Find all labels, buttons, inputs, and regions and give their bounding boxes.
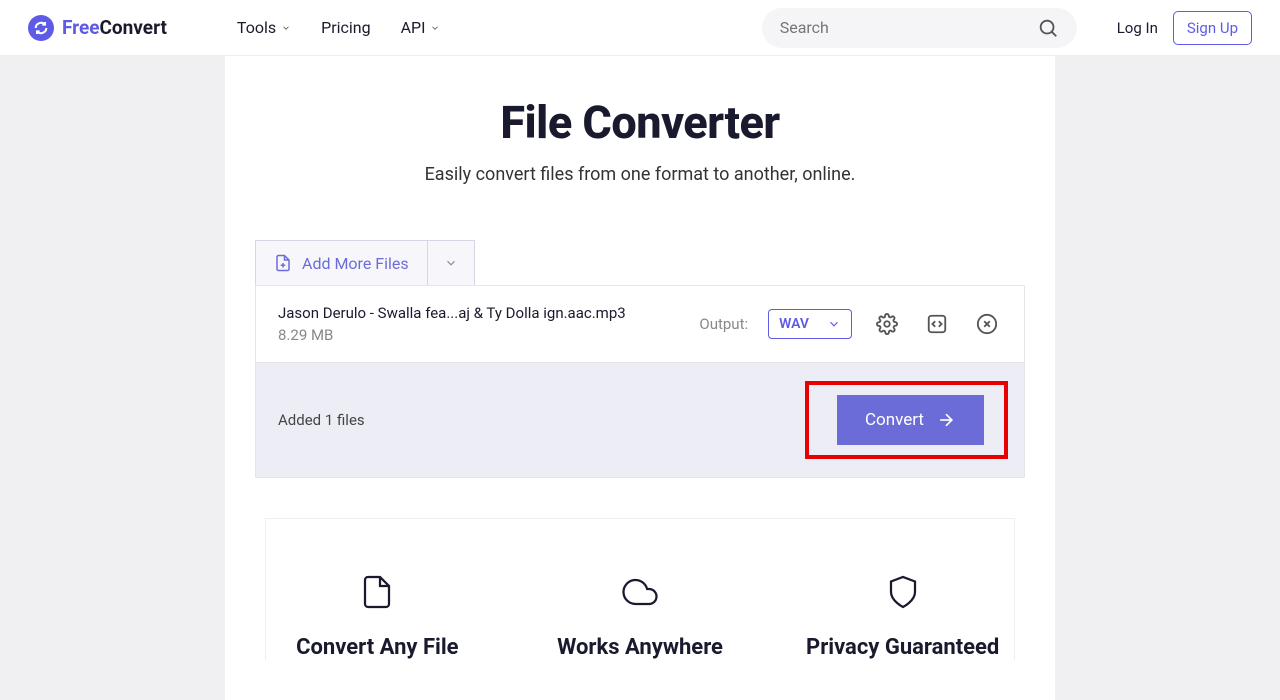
nav-pricing-label: Pricing (321, 18, 371, 37)
feature-title: Works Anywhere (529, 635, 752, 660)
search-input[interactable] (780, 18, 1027, 37)
auth: Log In Sign Up (1117, 11, 1252, 45)
features: Convert Any File Works Anywhere Privacy … (265, 518, 1015, 660)
feature-privacy: Privacy Guaranteed (791, 574, 1014, 660)
nav-api-label: API (401, 18, 426, 37)
chevron-down-icon (281, 23, 291, 33)
feature-convert: Convert Any File (266, 574, 489, 660)
output-label: Output: (699, 315, 748, 333)
shield-icon (885, 574, 921, 610)
chevron-down-icon (827, 317, 841, 331)
chevron-down-icon (444, 256, 458, 270)
login-link[interactable]: Log In (1117, 19, 1158, 37)
close-icon (976, 313, 998, 335)
page-subtitle: Easily convert files from one format to … (225, 164, 1055, 185)
add-more-button[interactable]: Add More Files (256, 241, 427, 285)
file-row: Jason Derulo - Swalla fea...aj & Ty Doll… (255, 285, 1025, 363)
add-more-label: Add More Files (302, 254, 409, 273)
add-more-wrap: Add More Files (255, 240, 475, 285)
logo[interactable]: FreeConvert (28, 15, 167, 41)
file-size: 8.29 MB (278, 326, 679, 344)
file-info: Jason Derulo - Swalla fea...aj & Ty Doll… (278, 304, 679, 344)
nav-pricing[interactable]: Pricing (321, 18, 371, 37)
logo-icon (28, 15, 54, 41)
code-button[interactable] (922, 309, 952, 339)
header: FreeConvert Tools Pricing API Log In Sig… (0, 0, 1280, 56)
gear-icon (876, 313, 898, 335)
status-text: Added 1 files (278, 411, 805, 429)
signup-button[interactable]: Sign Up (1173, 11, 1252, 45)
nav-api[interactable]: API (401, 18, 441, 37)
convert-area: Add More Files Jason Derulo - Swalla fea… (255, 240, 1025, 478)
output-select[interactable]: WAV (768, 309, 852, 339)
feature-title: Privacy Guaranteed (791, 635, 1014, 660)
file-name: Jason Derulo - Swalla fea...aj & Ty Doll… (278, 304, 679, 322)
search-box[interactable] (762, 8, 1077, 48)
nav: Tools Pricing API (237, 18, 441, 37)
status-row: Added 1 files Convert (255, 363, 1025, 478)
convert-button[interactable]: Convert (837, 395, 984, 445)
logo-free: Free (62, 16, 100, 39)
chevron-down-icon (430, 23, 440, 33)
nav-tools-label: Tools (237, 18, 276, 37)
file-plus-icon (274, 253, 292, 273)
nav-tools[interactable]: Tools (237, 18, 291, 37)
add-more-dropdown[interactable] (427, 241, 474, 285)
highlight-box: Convert (805, 381, 1008, 459)
feature-anywhere: Works Anywhere (529, 574, 752, 660)
cloud-icon (622, 574, 658, 610)
convert-label: Convert (865, 410, 924, 430)
file-icon (359, 574, 395, 610)
page-title: File Converter (225, 56, 1055, 149)
search-icon (1037, 17, 1059, 39)
feature-title: Convert Any File (266, 635, 489, 660)
output-format: WAV (779, 316, 809, 332)
code-icon (926, 313, 948, 335)
settings-button[interactable] (872, 309, 902, 339)
arrow-right-icon (936, 410, 956, 430)
remove-button[interactable] (972, 309, 1002, 339)
container: File Converter Easily convert files from… (225, 56, 1055, 700)
logo-convert: Convert (100, 16, 167, 39)
